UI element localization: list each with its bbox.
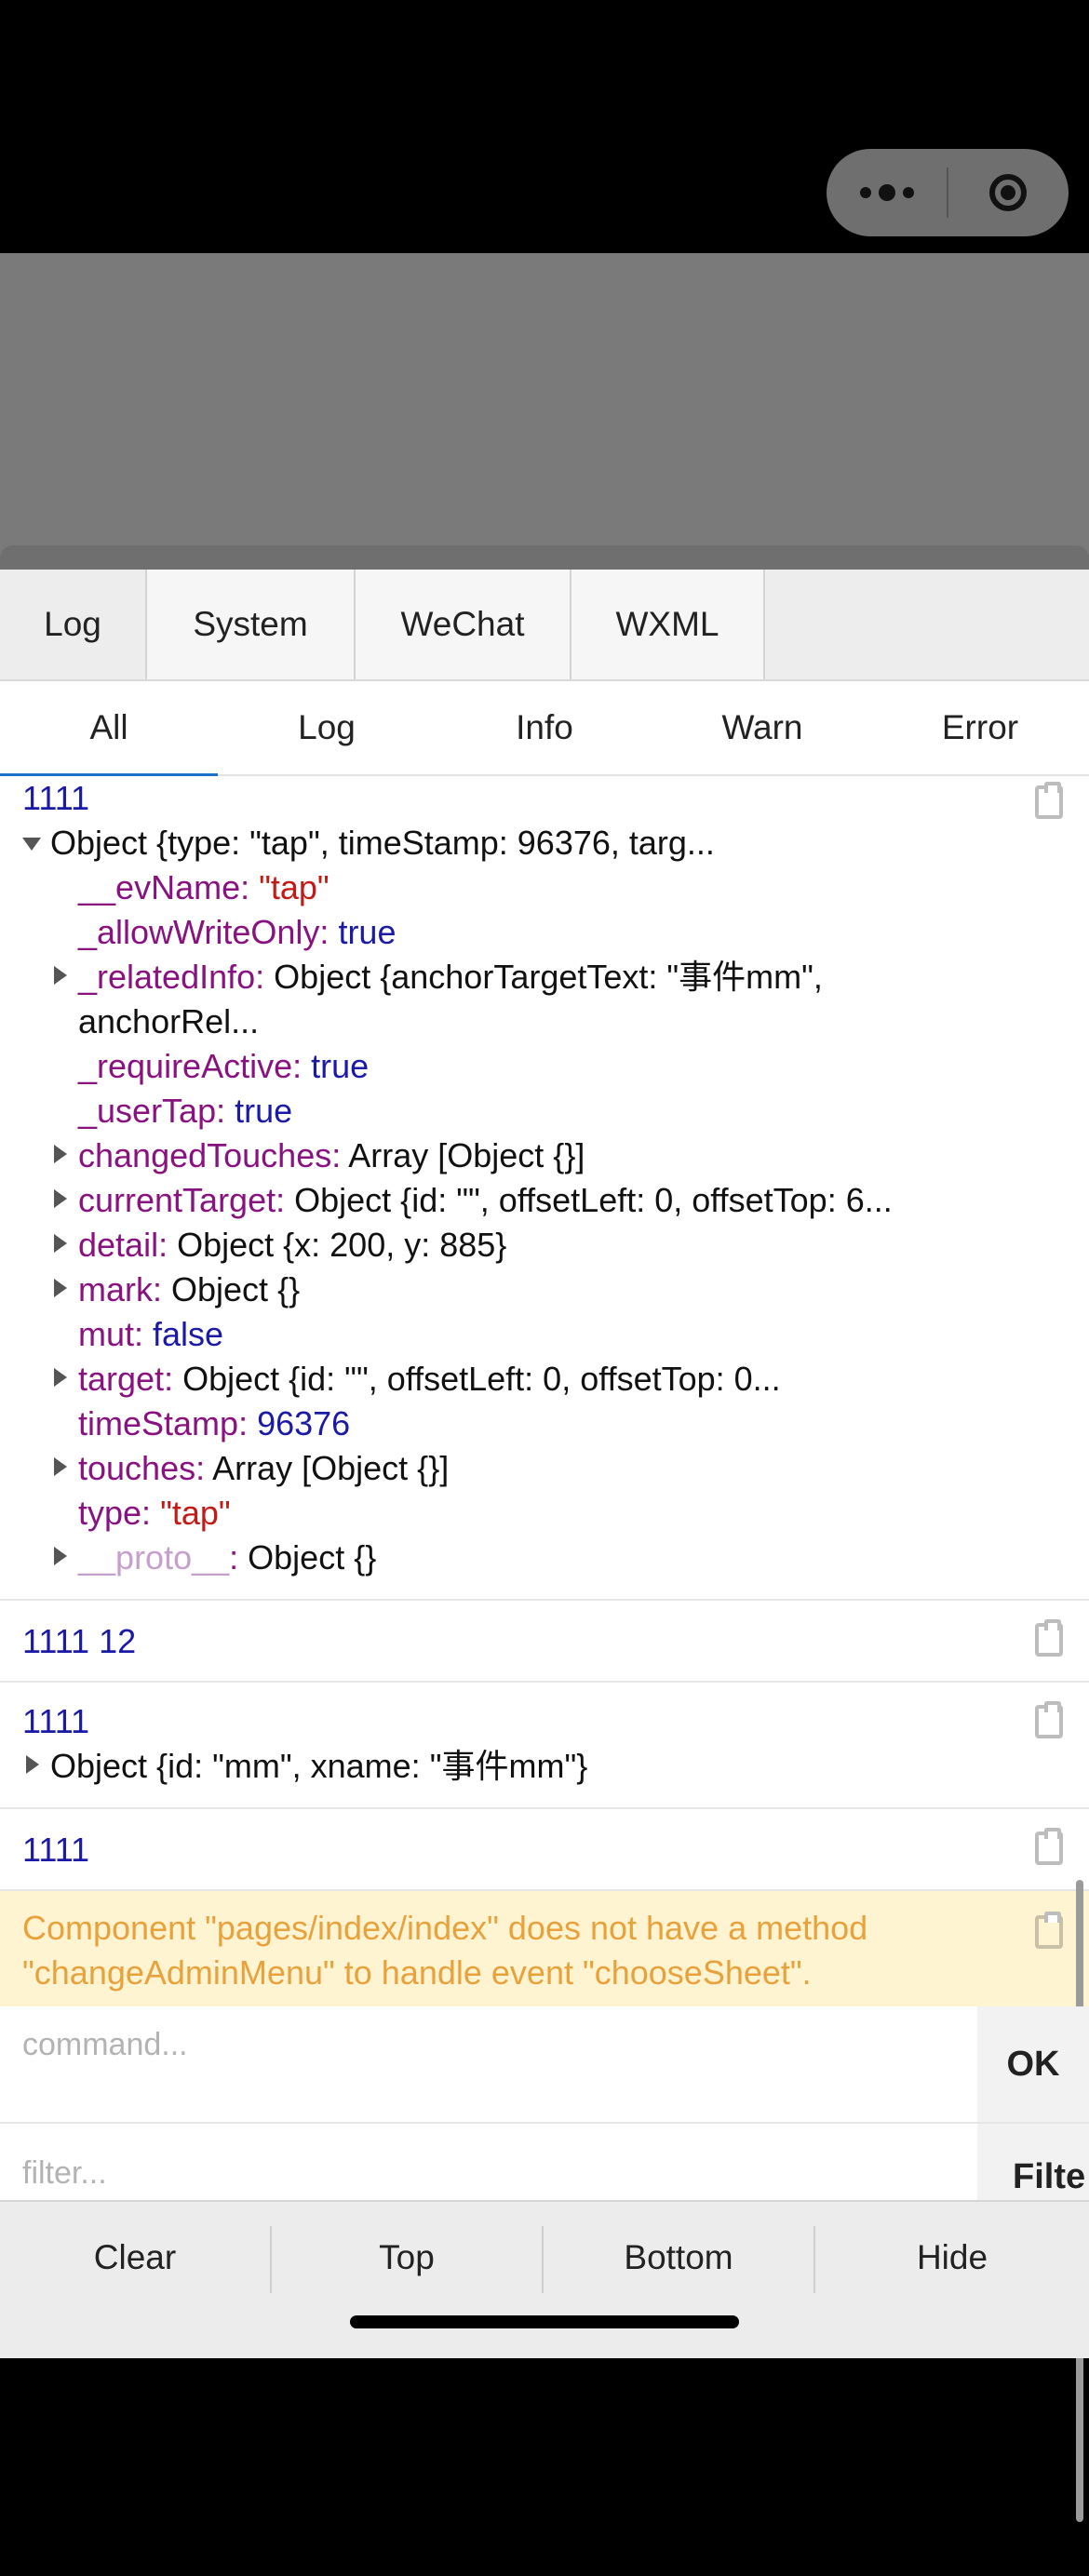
log-label: 1111 <box>22 1831 90 1869</box>
expand-triangle-icon[interactable] <box>54 1547 67 1565</box>
filter-row: filter... Filte <box>0 2124 1089 2200</box>
prop-mut: mut: false <box>78 1315 224 1353</box>
copy-icon[interactable] <box>1035 1619 1063 1657</box>
copy-icon[interactable] <box>1035 1828 1063 1865</box>
level-tab-info[interactable]: Info <box>436 681 653 774</box>
vconsole-panel: Log System WeChat WXML All Log Info Warn… <box>0 570 1089 2522</box>
dimmed-page-overlay[interactable] <box>0 253 1089 570</box>
expand-triangle-icon[interactable] <box>54 966 67 985</box>
prop-timestamp: timeStamp: 96376 <box>78 1404 351 1442</box>
expand-triangle-icon[interactable] <box>26 1755 39 1774</box>
tab-log[interactable]: Log <box>0 570 147 679</box>
bottom-toolbar: Clear Top Bottom Hide <box>0 2200 1089 2358</box>
prop-relatedinfo-continued: anchorRel... <box>78 1002 260 1040</box>
tab-wechat[interactable]: WeChat <box>356 570 571 679</box>
copy-icon[interactable] <box>1035 782 1063 819</box>
mini-program-capsule <box>827 149 1069 236</box>
prop-evname: __evName: "tap" <box>78 868 329 906</box>
more-dots-icon <box>859 184 914 201</box>
ok-button[interactable]: OK <box>977 2006 1089 2122</box>
log-entry: 1111 Object {id: "mm", xname: "事件mm"} <box>0 1683 1089 1809</box>
object-summary[interactable]: Object {id: "mm", xname: "事件mm"} <box>50 1744 587 1789</box>
expand-triangle-icon[interactable] <box>54 1145 67 1163</box>
tab-system[interactable]: System <box>147 570 356 679</box>
object-summary[interactable]: Object {type: "tap", timeStamp: 96376, t… <box>50 821 715 865</box>
expand-triangle-icon[interactable] <box>54 1368 67 1387</box>
prop-currenttarget[interactable]: currentTarget: Object {id: "", offsetLef… <box>78 1178 893 1223</box>
expand-triangle-icon[interactable] <box>54 1234 67 1253</box>
warning-text-line1: Component "pages/index/index" does not h… <box>22 1909 868 1947</box>
filter-input[interactable]: filter... <box>22 2155 107 2192</box>
log-entry: 1111 Object {type: "tap", timeStamp: 963… <box>0 776 1089 1601</box>
clear-button[interactable]: Clear <box>0 2202 270 2314</box>
log-label: 1111 <box>22 779 90 817</box>
prop-mark[interactable]: mark: Object {} <box>78 1268 300 1312</box>
more-button[interactable] <box>827 149 947 236</box>
collapse-triangle-icon[interactable] <box>22 838 41 851</box>
command-input[interactable]: command... <box>22 2027 188 2063</box>
home-indicator <box>350 2315 739 2328</box>
top-tab-bar: Log System WeChat WXML <box>0 570 1089 681</box>
level-tab-warn[interactable]: Warn <box>653 681 871 774</box>
log-entry: 1111 12 <box>0 1601 1089 1683</box>
prop-target[interactable]: target: Object {id: "", offsetLeft: 0, o… <box>78 1357 781 1402</box>
status-bar <box>0 0 1089 253</box>
exit-target-icon <box>989 174 1028 211</box>
filter-button[interactable]: Filte <box>977 2124 1089 2200</box>
prop-relatedinfo[interactable]: _relatedInfo: Object {anchorTargetText: … <box>78 955 823 1000</box>
warning-entry: Component "pages/index/index" does not h… <box>0 1891 1089 2012</box>
tab-wxml[interactable]: WXML <box>571 570 765 679</box>
expand-triangle-icon[interactable] <box>54 1279 67 1297</box>
command-row: command... OK <box>0 2006 1089 2124</box>
level-tab-error[interactable]: Error <box>871 681 1089 774</box>
prop-requireactive: _requireActive: true <box>78 1047 370 1085</box>
copy-icon[interactable] <box>1035 1912 1063 1949</box>
bottom-button[interactable]: Bottom <box>544 2202 813 2314</box>
prop-changedtouches[interactable]: changedTouches: Array [Object {}] <box>78 1134 585 1178</box>
copy-icon[interactable] <box>1035 1701 1063 1738</box>
prop-usertap: _userTap: true <box>78 1092 293 1130</box>
log-label: 1111 <box>22 1702 90 1740</box>
prop-proto[interactable]: __proto__: Object {} <box>78 1536 376 1580</box>
prop-detail[interactable]: detail: Object {x: 200, y: 885} <box>78 1223 506 1268</box>
level-tab-all[interactable]: All <box>0 681 218 776</box>
expand-triangle-icon[interactable] <box>54 1457 67 1476</box>
prop-allowwriteonly: _allowWriteOnly: true <box>78 913 397 951</box>
log-label: 1111 12 <box>22 1622 137 1660</box>
close-capsule-button[interactable] <box>948 149 1069 236</box>
prop-type: type: "tap" <box>78 1494 231 1532</box>
prop-touches[interactable]: touches: Array [Object {}] <box>78 1446 449 1491</box>
log-level-tabs: All Log Info Warn Error <box>0 681 1089 776</box>
hide-button[interactable]: Hide <box>815 2202 1089 2314</box>
warning-text-line2: "changeAdminMenu" to handle event "choos… <box>22 1953 812 1992</box>
top-button[interactable]: Top <box>272 2202 542 2314</box>
level-tab-log[interactable]: Log <box>218 681 436 774</box>
expand-triangle-icon[interactable] <box>54 1189 67 1208</box>
log-entry: 1111 <box>0 1809 1089 1891</box>
